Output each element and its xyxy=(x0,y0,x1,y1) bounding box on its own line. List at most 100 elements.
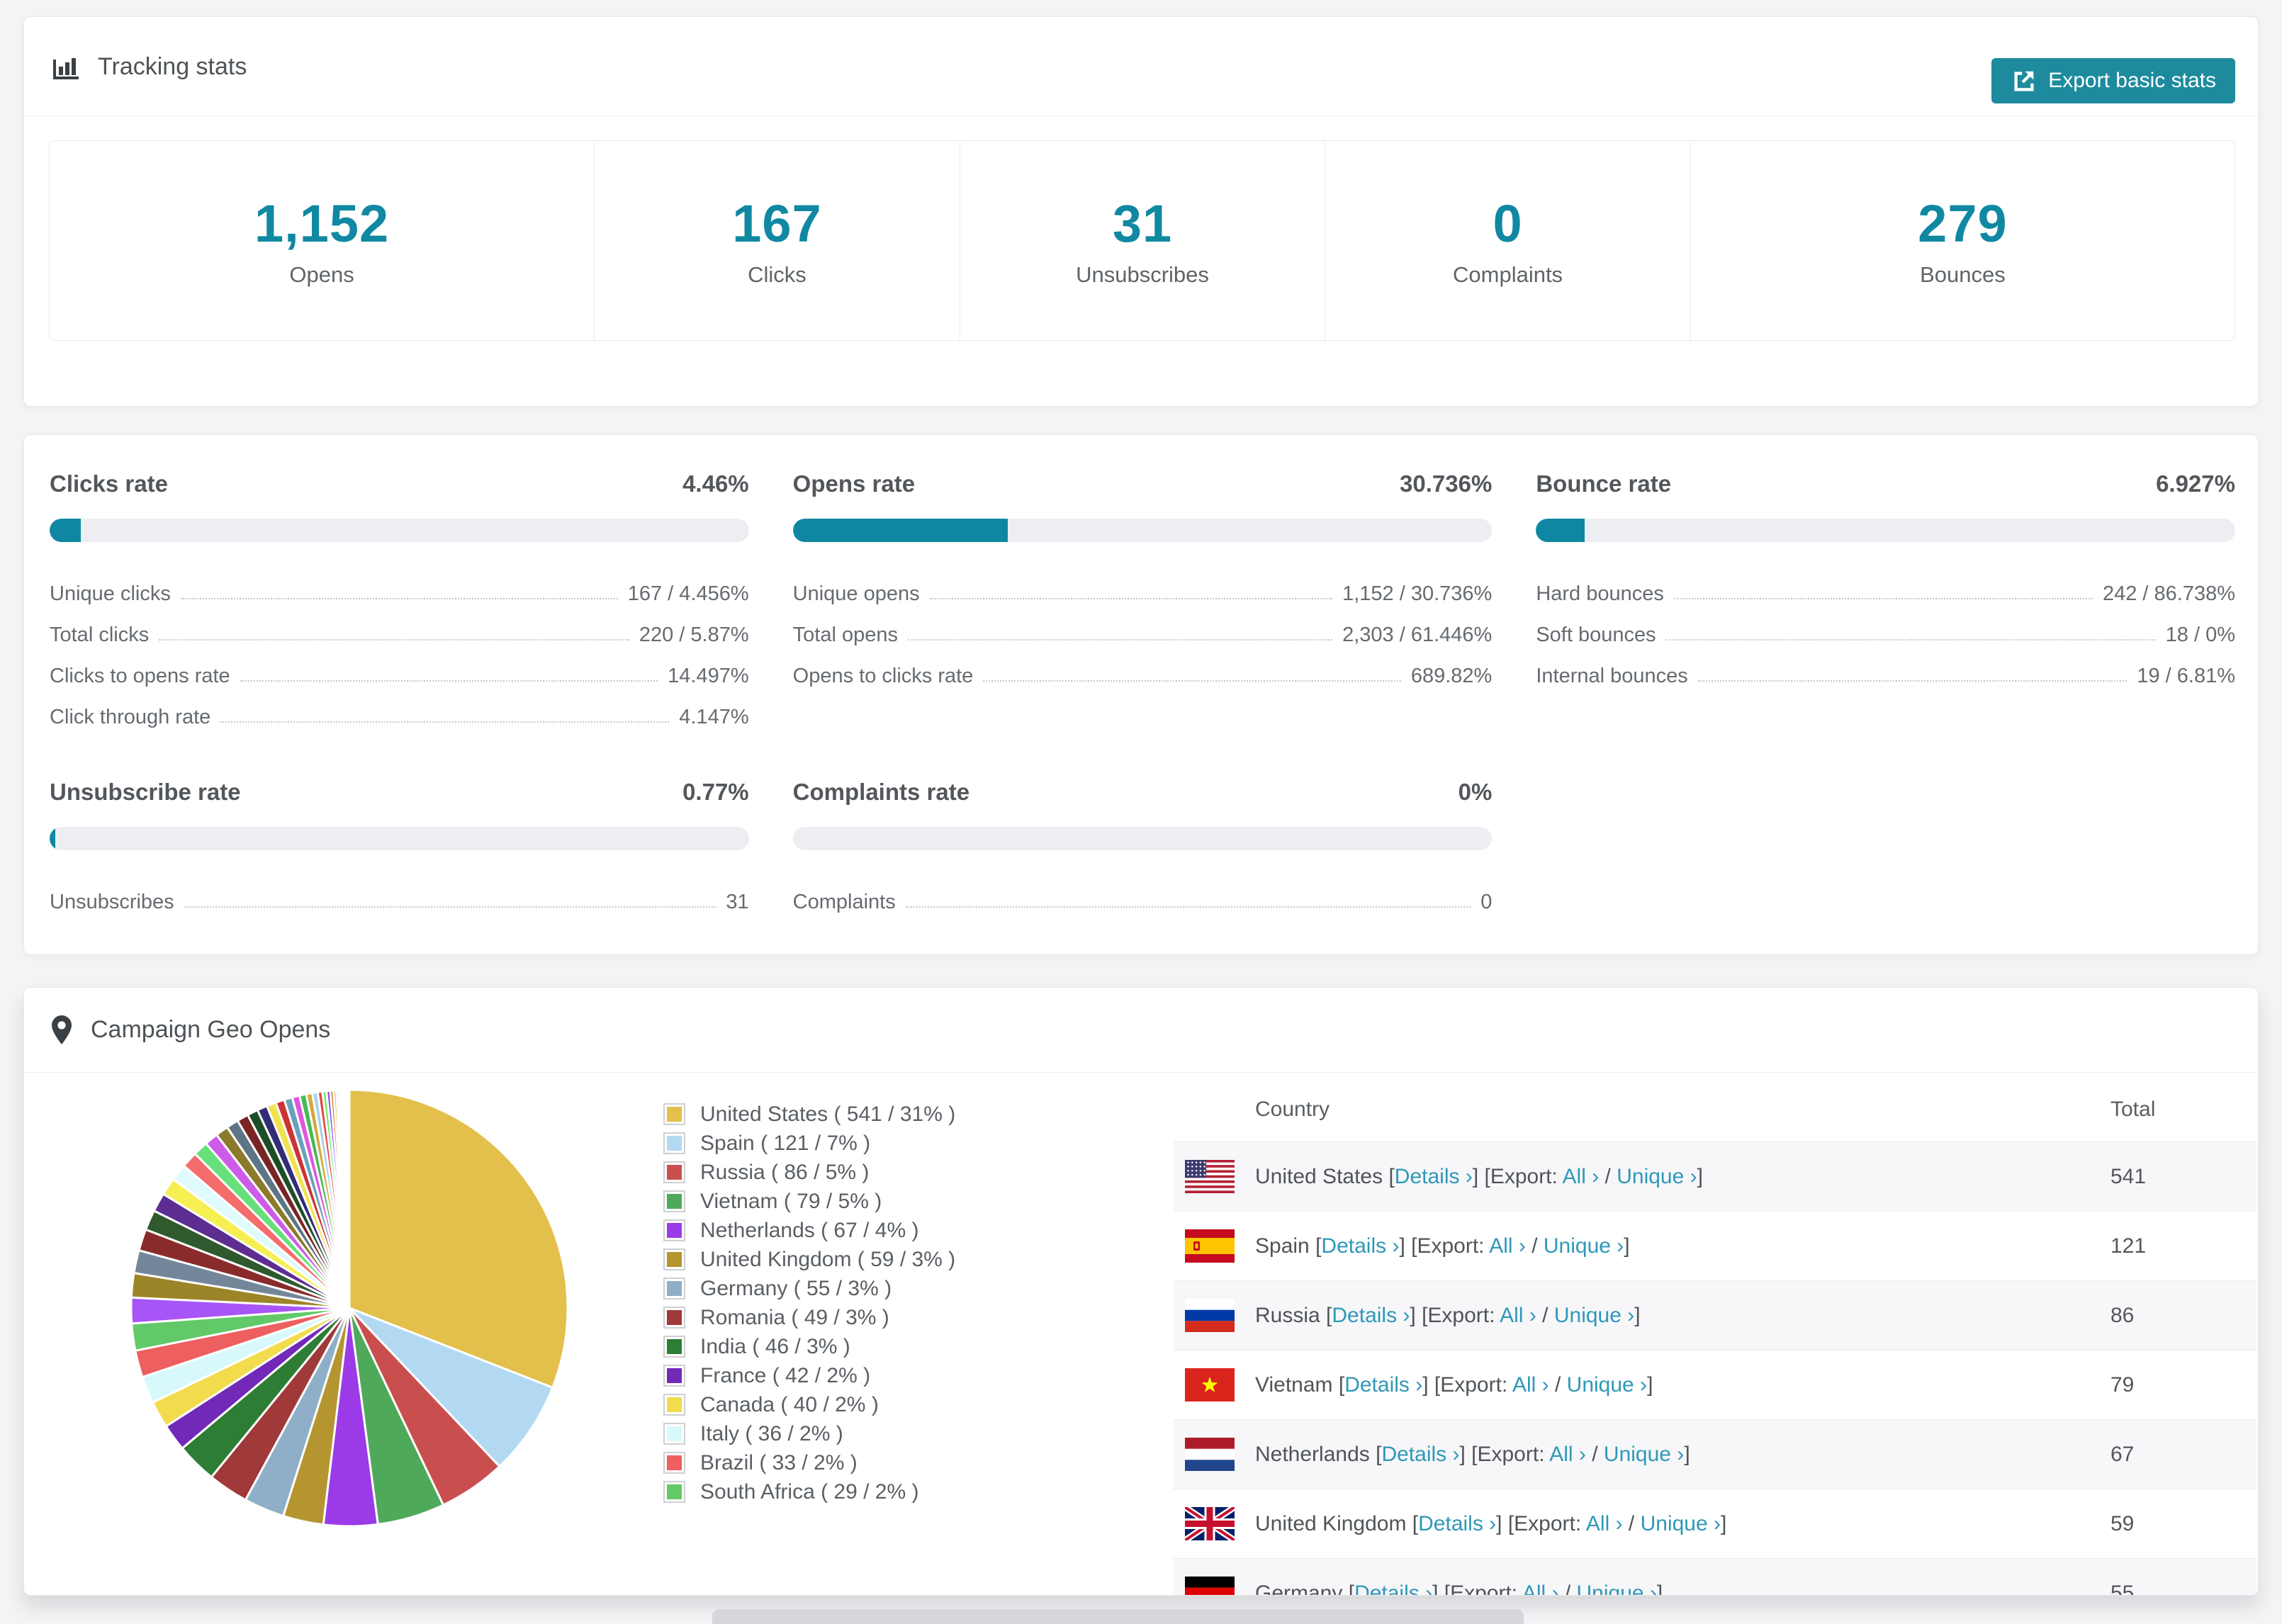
export-unique-link[interactable]: Unique › xyxy=(1554,1304,1634,1327)
dotted-leader xyxy=(983,680,1401,682)
rate-block-clicks-rate: Clicks rate 4.46% Unique clicks 167 / 4.456… xyxy=(50,470,749,729)
details-link[interactable]: Details › xyxy=(1354,1581,1432,1596)
legend-item-united-states[interactable]: United States ( 541 / 31% ) xyxy=(663,1100,955,1129)
dotted-leader xyxy=(907,639,1333,641)
summary-strip: 1,152 Opens 167 Clicks 31 Unsubscribes 0 Compla… xyxy=(49,140,2235,341)
campaign-geo-opens-card: Campaign Geo Opens United States ( 541 /… xyxy=(23,987,2259,1596)
rate-detail-row: Total clicks 220 / 5.87% xyxy=(50,606,749,647)
legend-label: Spain ( 121 / 7% ) xyxy=(700,1131,871,1155)
us-flag xyxy=(1185,1160,1235,1194)
rate-detail-value: 220 / 5.87% xyxy=(639,624,749,646)
legend-item-vietnam[interactable]: Vietnam ( 79 / 5% ) xyxy=(663,1187,955,1216)
details-link[interactable]: Details › xyxy=(1321,1234,1399,1258)
export-all-link[interactable]: All › xyxy=(1549,1443,1586,1466)
country-name: United States xyxy=(1255,1164,1389,1188)
rate-detail-label: Soft bounces xyxy=(1536,624,1656,646)
legend-swatch-icon xyxy=(663,1307,685,1329)
legend-label: France ( 42 / 2% ) xyxy=(700,1363,871,1387)
export-unique-link[interactable]: Unique › xyxy=(1567,1373,1647,1397)
rate-detail-value: 2,303 / 61.446% xyxy=(1342,624,1493,646)
rate-detail-row: Internal bounces 19 / 6.81% xyxy=(1536,647,2235,688)
geo-table: Country Total United States [Details ›] … xyxy=(1174,1078,2256,1596)
legend-item-russia[interactable]: Russia ( 86 / 5% ) xyxy=(663,1158,955,1187)
export-all-link[interactable]: All › xyxy=(1522,1581,1559,1596)
country-name: Vietnam xyxy=(1255,1372,1339,1397)
details-link[interactable]: Details › xyxy=(1332,1304,1410,1327)
geo-country-cell: Russia [Details ›] [Export: All › / Uniq… xyxy=(1255,1303,1641,1327)
legend-item-france[interactable]: France ( 42 / 2% ) xyxy=(663,1361,955,1390)
legend-item-germany[interactable]: Germany ( 55 / 3% ) xyxy=(663,1274,955,1303)
export-all-link[interactable]: All › xyxy=(1563,1165,1600,1188)
details-link[interactable]: Details › xyxy=(1395,1165,1473,1188)
tracking-stats-card: Tracking stats Export basic stats 1,152 O… xyxy=(23,16,2259,407)
geo-total-cell: 55 xyxy=(2110,1581,2135,1596)
legend-label: United States ( 541 / 31% ) xyxy=(700,1102,956,1126)
legend-label: Netherlands ( 67 / 4% ) xyxy=(700,1218,919,1242)
dotted-leader xyxy=(1665,639,2156,641)
rate-detail-row: Unsubscribes 31 xyxy=(50,873,749,914)
stat-value: 1,152 xyxy=(254,194,390,253)
geo-total-cell: 79 xyxy=(2110,1372,2135,1397)
legend-item-united-kingdom[interactable]: United Kingdom ( 59 / 3% ) xyxy=(663,1245,955,1274)
summary-stat-complaints: 0 Complaints xyxy=(1325,141,1690,340)
legend-label: Germany ( 55 / 3% ) xyxy=(700,1276,892,1300)
stat-label: Bounces xyxy=(1920,262,2006,287)
rate-detail-value: 31 xyxy=(726,891,749,913)
legend-swatch-icon xyxy=(663,1219,685,1241)
legend-item-india[interactable]: India ( 46 / 3% ) xyxy=(663,1332,955,1361)
details-link[interactable]: Details › xyxy=(1418,1512,1496,1535)
map-marker-icon xyxy=(50,1014,74,1047)
legend-swatch-icon xyxy=(663,1103,685,1125)
rate-detail-value: 19 / 6.81% xyxy=(2137,665,2235,687)
geo-pie-chart[interactable] xyxy=(116,1074,583,1542)
legend-item-spain[interactable]: Spain ( 121 / 7% ) xyxy=(663,1129,955,1158)
rate-block-unsubscribe-rate: Unsubscribe rate 0.77% Unsubscribes 31 xyxy=(50,779,749,914)
export-basic-stats-label: Export basic stats xyxy=(2048,69,2216,92)
rate-value: 4.46% xyxy=(682,470,749,497)
rate-detail-value: 14.497% xyxy=(668,665,749,687)
geo-pie-legend: United States ( 541 / 31% ) Spain ( 121 /… xyxy=(663,1100,955,1506)
geo-total-cell: 121 xyxy=(2110,1234,2147,1258)
geo-header-divider xyxy=(25,1072,2257,1073)
flag-es-icon xyxy=(1185,1229,1235,1263)
export-unique-link[interactable]: Unique › xyxy=(1641,1512,1721,1535)
legend-label: Romania ( 49 / 3% ) xyxy=(700,1305,889,1329)
country-name: Russia xyxy=(1255,1303,1327,1327)
export-all-link[interactable]: All › xyxy=(1500,1304,1536,1327)
rate-detail-label: Clicks to opens rate xyxy=(50,665,230,687)
export-unique-link[interactable]: Unique › xyxy=(1617,1165,1697,1188)
legend-item-netherlands[interactable]: Netherlands ( 67 / 4% ) xyxy=(663,1216,955,1245)
legend-swatch-icon xyxy=(663,1190,685,1212)
legend-item-brazil[interactable]: Brazil ( 33 / 2% ) xyxy=(663,1448,955,1477)
export-unique-link[interactable]: Unique › xyxy=(1544,1234,1624,1258)
export-unique-link[interactable]: Unique › xyxy=(1604,1443,1684,1466)
legend-item-canada[interactable]: Canada ( 40 / 2% ) xyxy=(663,1390,955,1419)
rate-detail-row: Clicks to opens rate 14.497% xyxy=(50,647,749,688)
export-all-link[interactable]: All › xyxy=(1512,1373,1549,1397)
legend-item-south-africa[interactable]: South Africa ( 29 / 2% ) xyxy=(663,1477,955,1506)
details-link[interactable]: Details › xyxy=(1381,1443,1459,1466)
legend-label: Canada ( 40 / 2% ) xyxy=(700,1392,879,1416)
dotted-leader xyxy=(240,680,658,682)
geo-country-cell: United States [Details ›] [Export: All ›… xyxy=(1255,1164,1703,1188)
horizontal-scrollbar-thumb[interactable] xyxy=(712,1609,1524,1624)
legend-swatch-icon xyxy=(663,1278,685,1299)
tracking-stats-title: Tracking stats xyxy=(50,51,247,82)
geo-country-cell: Germany [Details ›] [Export: All › / Uni… xyxy=(1255,1581,1663,1596)
geo-total-cell: 59 xyxy=(2110,1511,2135,1535)
rate-progress-bar xyxy=(1536,519,2235,542)
rate-block-bounce-rate: Bounce rate 6.927% Hard bounces 242 / 86.73… xyxy=(1536,470,2235,688)
dotted-leader xyxy=(159,639,629,641)
gb-flag xyxy=(1183,1504,1237,1543)
geo-table-row-spain: Spain [Details ›] [Export: All › / Uniqu… xyxy=(1174,1211,2256,1280)
legend-item-italy[interactable]: Italy ( 36 / 2% ) xyxy=(663,1419,955,1448)
export-all-link[interactable]: All › xyxy=(1586,1512,1623,1535)
details-link[interactable]: Details › xyxy=(1344,1373,1422,1397)
export-basic-stats-button[interactable]: Export basic stats xyxy=(1991,58,2235,103)
legend-item-romania[interactable]: Romania ( 49 / 3% ) xyxy=(663,1303,955,1332)
export-unique-link[interactable]: Unique › xyxy=(1577,1581,1657,1596)
rate-detail-row: Unique opens 1,152 / 30.736% xyxy=(793,565,1493,606)
legend-swatch-icon xyxy=(663,1394,685,1416)
export-all-link[interactable]: All › xyxy=(1489,1234,1526,1258)
flag-us-icon xyxy=(1185,1160,1235,1194)
